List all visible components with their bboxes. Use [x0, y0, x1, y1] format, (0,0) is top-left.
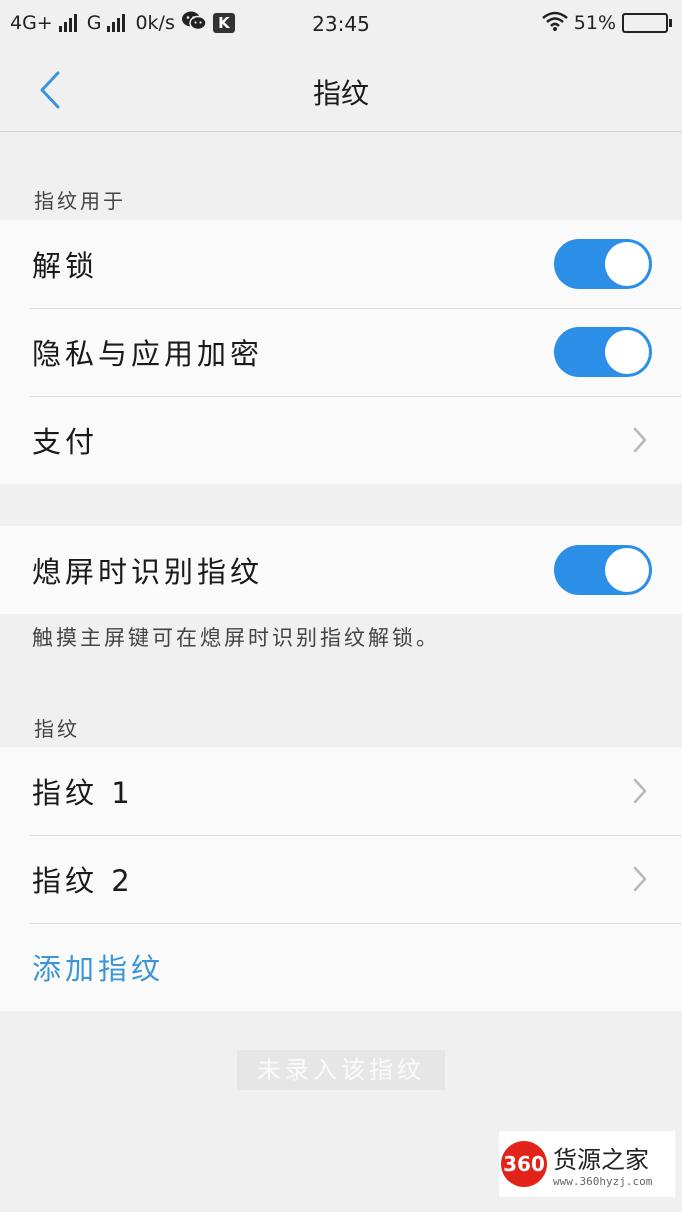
unlock-toggle[interactable] [554, 239, 652, 289]
wechat-icon [181, 10, 207, 37]
row-label: 指纹 2 [32, 864, 134, 898]
row-payment[interactable]: 支付 [0, 396, 682, 484]
row-screen-off-recognition[interactable]: 熄屏时识别指纹 [0, 526, 682, 614]
chevron-right-icon [630, 864, 650, 894]
status-right: 51% [541, 11, 672, 36]
row-label: 解锁 [32, 249, 99, 283]
network-type-g: G [86, 12, 102, 34]
chevron-right-icon [630, 776, 650, 806]
watermark-name: 货源之家 [553, 1146, 649, 1174]
toggle-knob [605, 548, 649, 592]
screen-off-card: 熄屏时识别指纹 [0, 526, 682, 614]
nav-header: 指纹 [0, 46, 682, 132]
row-label: 熄屏时识别指纹 [32, 555, 264, 589]
network-type-4g: 4G+ [10, 12, 53, 34]
fingerprints-card: 指纹 1 指纹 2 添加指纹 [0, 747, 682, 1011]
back-button[interactable] [30, 70, 70, 110]
status-left: 4G+ G 0k/s K [10, 10, 235, 37]
toast-message: 未录入该指纹 [237, 1050, 445, 1090]
row-unlock[interactable]: 解锁 [0, 220, 682, 308]
watermark-url: www.360hyzj.com [553, 1175, 653, 1188]
row-fingerprint-2[interactable]: 指纹 2 [0, 835, 682, 923]
chevron-right-icon [630, 425, 650, 455]
screen-off-helper-text: 触摸主屏键可在熄屏时识别指纹解锁。 [32, 626, 440, 650]
usage-card: 解锁 隐私与应用加密 支付 [0, 220, 682, 484]
signal-bars-icon [58, 14, 77, 32]
wifi-icon [541, 11, 568, 36]
status-bar: 4G+ G 0k/s K 23:45 51% [0, 0, 682, 46]
toggle-knob [605, 330, 649, 374]
watermark-text: 货源之家 www.360hyzj.com [553, 1140, 652, 1188]
add-fingerprint-link[interactable]: 添加指纹 [0, 923, 682, 1011]
row-privacy-encryption[interactable]: 隐私与应用加密 [0, 308, 682, 396]
add-fingerprint-label: 添加指纹 [32, 952, 165, 986]
app-notification-icon: K [212, 13, 235, 33]
section-label-fingerprints: 指纹 [34, 717, 80, 741]
row-fingerprint-1[interactable]: 指纹 1 [0, 747, 682, 835]
page-title: 指纹 [312, 77, 369, 110]
row-label: 指纹 1 [32, 776, 134, 810]
chevron-left-icon [40, 71, 60, 109]
screen-off-toggle[interactable] [554, 545, 652, 595]
watermark: 360 货源之家 www.360hyzj.com [499, 1131, 675, 1197]
row-label: 隐私与应用加密 [32, 337, 264, 371]
network-speed: 0k/s [135, 12, 175, 34]
signal-bars-icon [107, 14, 126, 32]
section-label-usage: 指纹用于 [34, 189, 126, 213]
row-label: 支付 [32, 425, 99, 459]
privacy-encryption-toggle[interactable] [554, 327, 652, 377]
toggle-knob [605, 242, 649, 286]
battery-percent: 51% [573, 12, 616, 34]
battery-icon [622, 13, 672, 33]
watermark-logo: 360 [501, 1141, 547, 1187]
